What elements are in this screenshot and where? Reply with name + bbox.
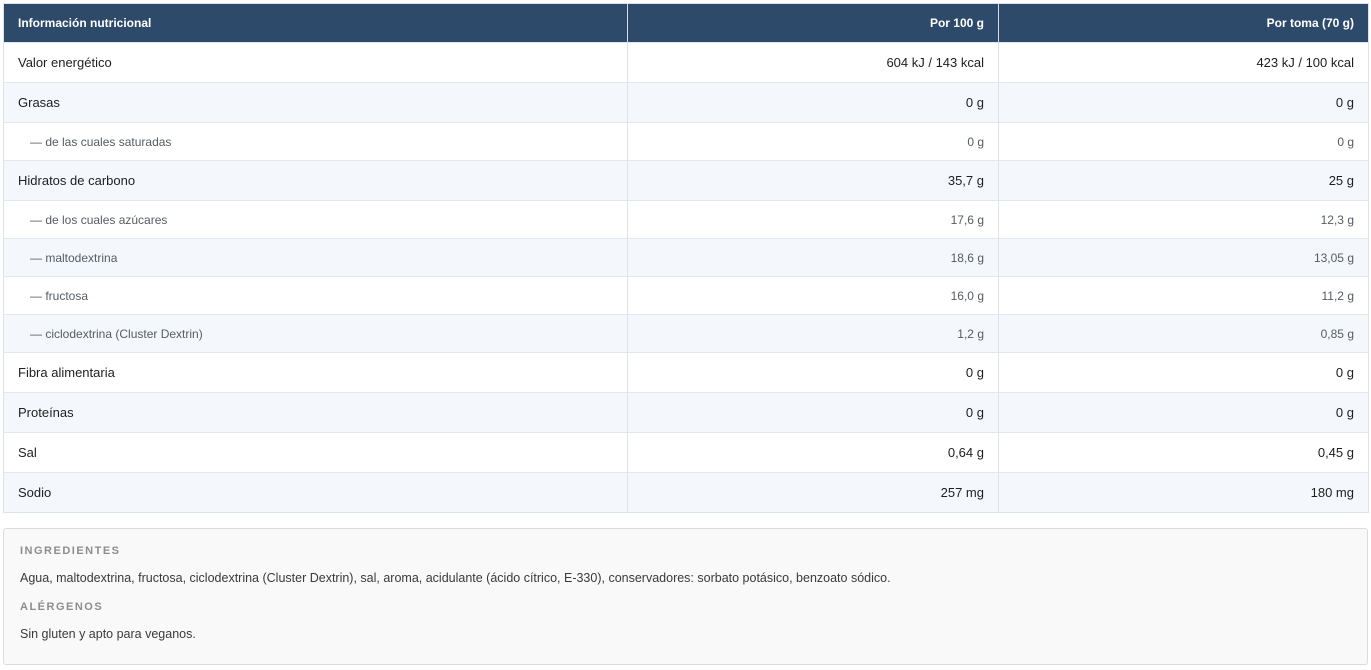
table-row: — de los cuales azúcares 17,6 g 12,3 g [3, 200, 1369, 239]
nutrient-label: Grasas [3, 82, 628, 123]
product-info-panel: INGREDIENTES Agua, maltodextrina, fructo… [3, 528, 1368, 665]
value-per-100g: 0 g [627, 122, 999, 161]
nutrient-label: Sodio [3, 472, 628, 513]
value-per-serving: 13,05 g [998, 238, 1369, 277]
header-per-serving: Por toma (70 g) [998, 3, 1369, 43]
value-per-serving: 180 mg [998, 472, 1369, 513]
nutrition-table-body: Valor energético 604 kJ / 143 kcal 423 k… [3, 42, 1369, 513]
value-per-100g: 35,7 g [627, 160, 999, 201]
table-row: — de las cuales saturadas 0 g 0 g [3, 122, 1369, 161]
allergens-title: ALÉRGENOS [20, 601, 104, 613]
value-per-serving: 0 g [998, 352, 1369, 393]
value-per-serving: 25 g [998, 160, 1369, 201]
table-row: Proteínas 0 g 0 g [3, 392, 1369, 433]
table-row: Grasas 0 g 0 g [3, 82, 1369, 123]
value-per-serving: 0 g [998, 392, 1369, 433]
value-per-100g: 604 kJ / 143 kcal [627, 42, 999, 83]
table-row: — maltodextrina 18,6 g 13,05 g [3, 238, 1369, 277]
value-per-100g: 0 g [627, 352, 999, 393]
nutrient-label: Fibra alimentaria [3, 352, 628, 393]
value-per-serving: 11,2 g [998, 276, 1369, 315]
header-nutrient: Información nutricional [3, 3, 628, 43]
nutrient-label: Sal [3, 432, 628, 473]
nutrient-label: Hidratos de carbono [3, 160, 628, 201]
table-row: — fructosa 16,0 g 11,2 g [3, 276, 1369, 315]
nutrition-table: Información nutricional Por 100 g Por to… [3, 3, 1369, 513]
nutrient-label: — ciclodextrina (Cluster Dextrin) [3, 314, 628, 353]
nutrient-label: Valor energético [3, 42, 628, 83]
header-per-100g: Por 100 g [627, 3, 999, 43]
value-per-100g: 0 g [627, 392, 999, 433]
nutrient-label: — fructosa [3, 276, 628, 315]
table-row: Valor energético 604 kJ / 143 kcal 423 k… [3, 42, 1369, 83]
value-per-100g: 0 g [627, 82, 999, 123]
value-per-serving: 0,85 g [998, 314, 1369, 353]
value-per-100g: 17,6 g [627, 200, 999, 239]
value-per-100g: 18,6 g [627, 238, 999, 277]
ingredients-text: Agua, maltodextrina, fructosa, ciclodext… [20, 571, 891, 585]
table-row: Hidratos de carbono 35,7 g 25 g [3, 160, 1369, 201]
ingredients-title: INGREDIENTES [20, 545, 121, 557]
nutrition-table-container: Información nutricional Por 100 g Por to… [3, 3, 1369, 513]
nutrition-table-header: Información nutricional Por 100 g Por to… [3, 3, 1369, 43]
table-row: — ciclodextrina (Cluster Dextrin) 1,2 g … [3, 314, 1369, 353]
value-per-100g: 16,0 g [627, 276, 999, 315]
value-per-serving: 423 kJ / 100 kcal [998, 42, 1369, 83]
table-row: Sal 0,64 g 0,45 g [3, 432, 1369, 473]
allergens-text: Sin gluten y apto para veganos. [20, 627, 196, 641]
value-per-serving: 0 g [998, 82, 1369, 123]
nutrient-label: — de los cuales azúcares [3, 200, 628, 239]
nutrient-label: — maltodextrina [3, 238, 628, 277]
value-per-100g: 0,64 g [627, 432, 999, 473]
nutrient-label: — de las cuales saturadas [3, 122, 628, 161]
header-row: Información nutricional Por 100 g Por to… [3, 3, 1369, 43]
table-row: Sodio 257 mg 180 mg [3, 472, 1369, 513]
table-row: Fibra alimentaria 0 g 0 g [3, 352, 1369, 393]
nutrient-label: Proteínas [3, 392, 628, 433]
value-per-serving: 0 g [998, 122, 1369, 161]
value-per-100g: 1,2 g [627, 314, 999, 353]
value-per-serving: 12,3 g [998, 200, 1369, 239]
value-per-serving: 0,45 g [998, 432, 1369, 473]
value-per-100g: 257 mg [627, 472, 999, 513]
